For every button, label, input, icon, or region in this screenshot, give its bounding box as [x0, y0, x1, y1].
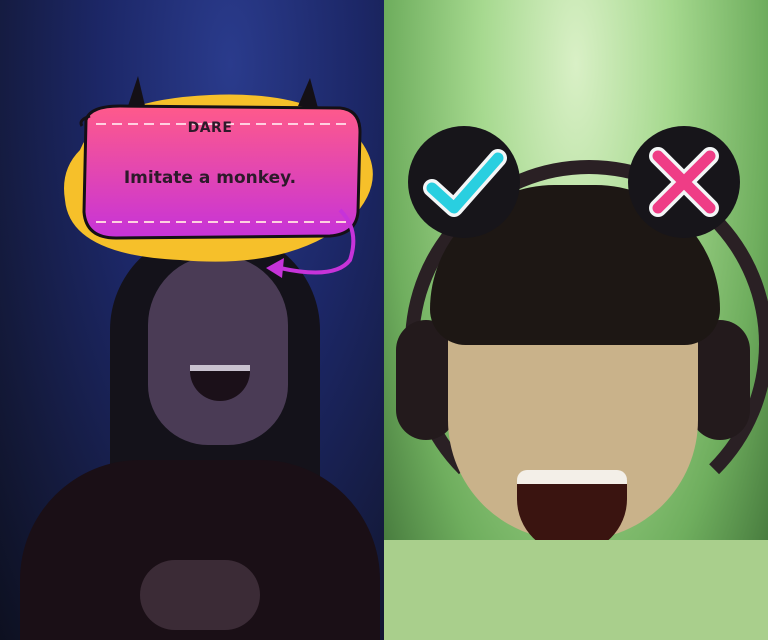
right-participant-shirt [384, 540, 768, 640]
right-horn-icon [298, 78, 318, 108]
left-participant-hands [140, 560, 260, 630]
dare-prompt: Imitate a monkey. [123, 168, 297, 188]
dare-label: DARE [187, 120, 233, 136]
decline-dare-button[interactable] [628, 126, 740, 238]
accept-dare-button[interactable] [408, 126, 520, 238]
x-icon [649, 147, 719, 217]
checkmark-icon [423, 149, 507, 217]
dare-card: DARE Imitate a monkey. [60, 70, 390, 300]
arrow-head [266, 258, 284, 278]
